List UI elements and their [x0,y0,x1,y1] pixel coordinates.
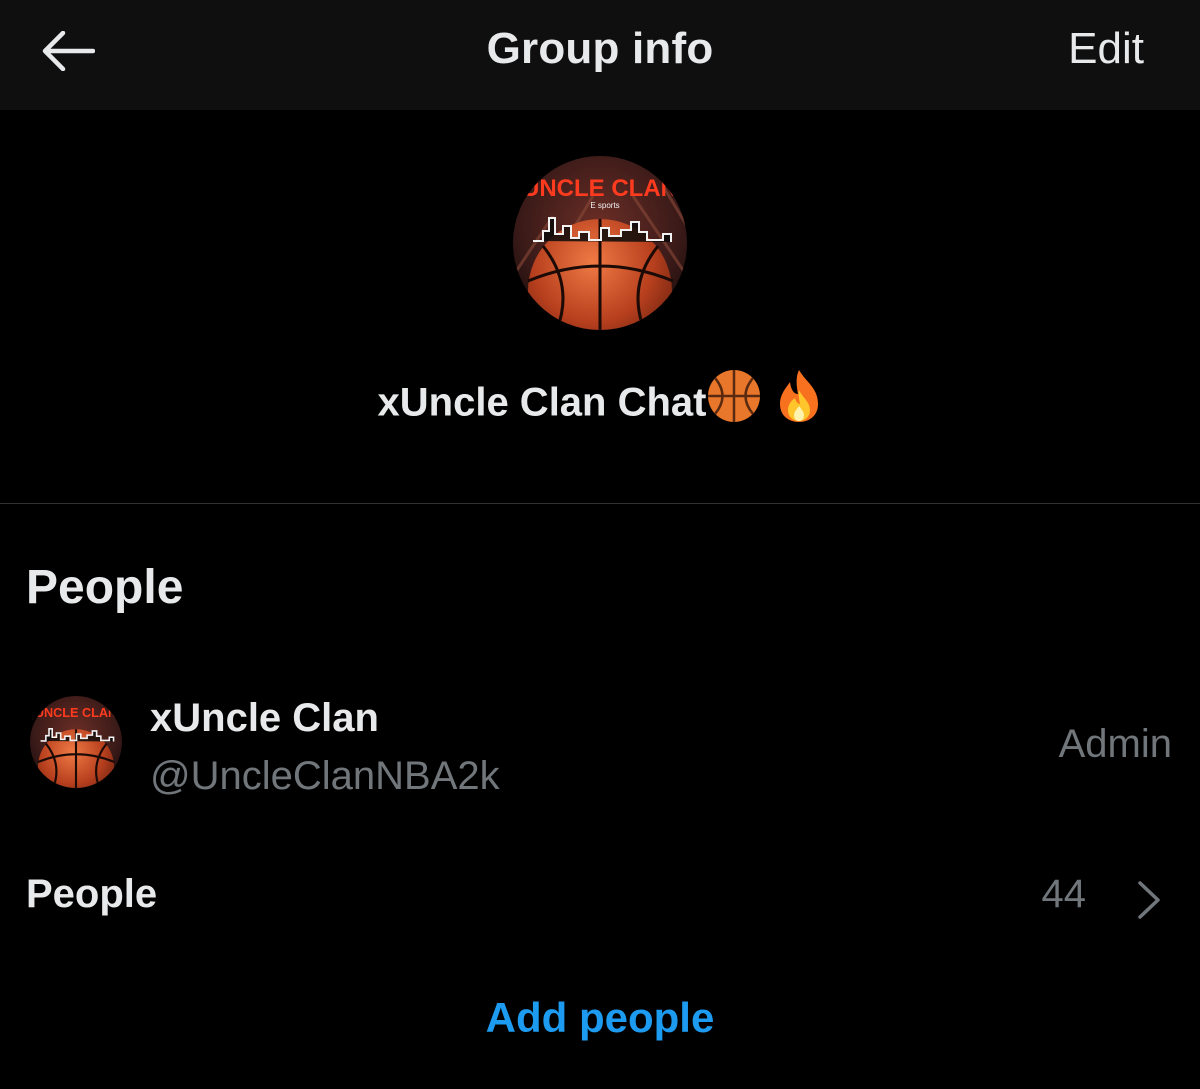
member-role-badge: Admin [1058,722,1172,766]
group-name: xUncle Clan Chat [0,370,1200,434]
member-avatar-basketball-logo: UNCLE CLAN [30,696,122,788]
member-row[interactable]: UNCLE CLAN xUncle Clan @UncleClanNBA2k A… [0,670,1200,810]
group-avatar[interactable]: UNCLE CLAN E sports [513,156,687,330]
member-avatar-logo-text: UNCLE CLAN [35,706,117,720]
group-avatar-logo-subtext: E sports [590,201,619,210]
people-row-label: People [26,872,158,916]
fire-emoji [776,368,822,434]
chevron-right-icon [1138,881,1160,919]
group-avatar-basketball-logo: UNCLE CLAN E sports [513,156,687,330]
back-button[interactable] [30,18,106,84]
basketball-emoji [706,368,762,434]
arrow-left-icon [42,31,95,71]
top-navigation-bar: Group info Edit [0,0,1200,110]
divider [0,503,1200,504]
edit-button[interactable]: Edit [1068,24,1144,74]
group-avatar-logo-text: UNCLE CLAN [522,175,678,202]
add-people-button[interactable]: Add people [0,994,1200,1042]
group-name-text: xUncle Clan Chat [377,380,707,425]
page-title: Group info [486,24,714,73]
people-list-row[interactable]: People 44 [0,850,1200,942]
people-section-title: People [26,561,184,614]
member-handle: @UncleClanNBA2k [150,754,500,798]
people-count: 44 [1041,872,1087,916]
member-name: xUncle Clan [150,696,379,740]
avatar: UNCLE CLAN [30,696,122,788]
